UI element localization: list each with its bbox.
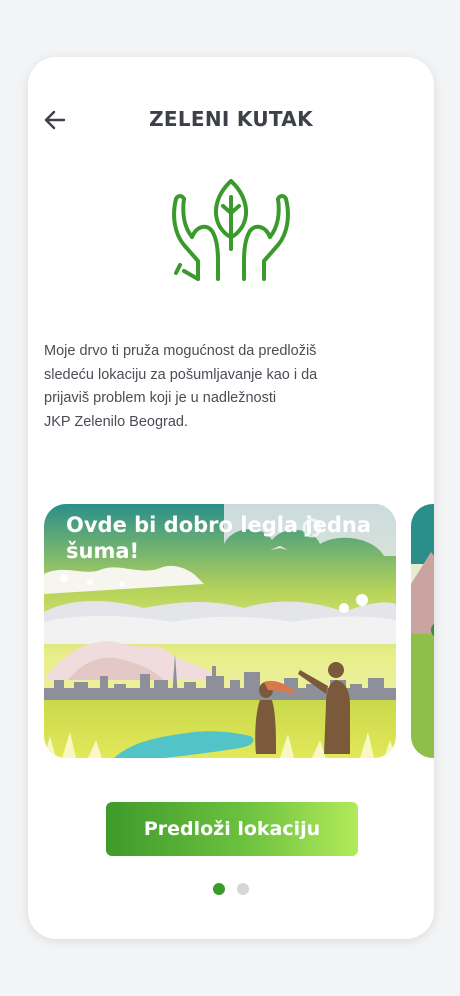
next-slide-preview [411, 504, 434, 758]
carousel-slide[interactable]: Ovde bi dobro legla jedna šuma! [44, 504, 396, 758]
screen-card: ZELENI KUTAK Moje drvo ti pruža mogućnos… [28, 57, 434, 939]
page-dot-active[interactable] [213, 883, 225, 895]
pagination-dots [28, 883, 434, 895]
page-dot[interactable] [237, 883, 249, 895]
carousel-slide-next[interactable] [411, 504, 434, 758]
description-text: Moje drvo ti pruža mogućnost da predloži… [44, 343, 318, 430]
carousel[interactable]: Ovde bi dobro legla jedna šuma! [28, 504, 434, 760]
page-title: ZELENI KUTAK [149, 107, 313, 131]
hands-leaf-icon [172, 179, 290, 281]
suggest-location-button[interactable]: Predloži lokaciju [106, 802, 358, 856]
slide-caption: Ovde bi dobro legla jedna šuma! [66, 513, 372, 563]
